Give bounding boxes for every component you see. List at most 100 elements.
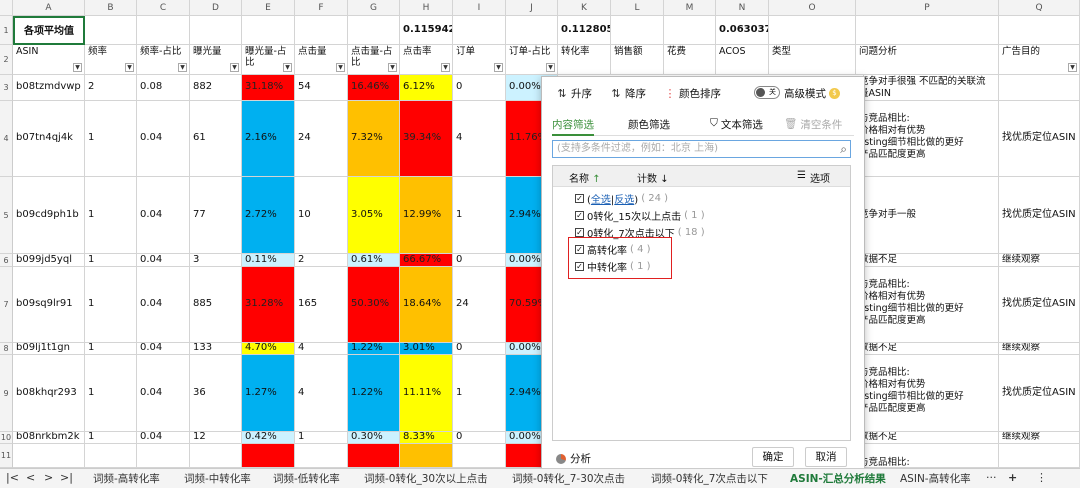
- cell-freq[interactable]: 1: [85, 267, 137, 343]
- cell-orders[interactable]: 24: [453, 267, 506, 343]
- header-sales[interactable]: 销售额: [611, 45, 664, 75]
- cell-click-ratio[interactable]: 7.32%: [348, 101, 400, 177]
- cell-orders[interactable]: 0: [453, 432, 506, 444]
- cell-impressions[interactable]: 12: [190, 432, 242, 444]
- cell-analysis[interactable]: 数据不足: [856, 254, 999, 267]
- cell-asin[interactable]: b09sq9lr91: [13, 267, 85, 343]
- cell-ad-goal[interactable]: 继续观察: [999, 343, 1080, 355]
- cell-clicks[interactable]: 2: [295, 254, 348, 267]
- cell-freq-ratio[interactable]: 0.04: [137, 343, 190, 355]
- cell-ad-goal[interactable]: [999, 75, 1080, 101]
- header-spend[interactable]: 花费: [664, 45, 716, 75]
- cell-freq[interactable]: 1: [85, 355, 137, 432]
- checkbox-checked-icon[interactable]: ✓: [575, 227, 584, 237]
- cell-freq-ratio[interactable]: 0.04: [137, 254, 190, 267]
- invert-link[interactable]: 反选: [614, 195, 634, 206]
- cell-freq-ratio[interactable]: 0.04: [137, 101, 190, 177]
- cell-freq[interactable]: 1: [85, 432, 137, 444]
- cell[interactable]: [85, 444, 137, 468]
- cell-asin[interactable]: b08tzmdvwp: [13, 75, 85, 101]
- next-sheet-icon[interactable]: >: [44, 471, 53, 484]
- advanced-mode-toggle[interactable]: 关: [754, 86, 780, 99]
- first-sheet-icon[interactable]: |<: [6, 471, 19, 484]
- header-click-ratio[interactable]: 点击量-占比 ▼: [348, 45, 400, 75]
- cell-orders[interactable]: 0: [453, 254, 506, 267]
- header-analysis[interactable]: 问题分析: [856, 45, 999, 75]
- cell-ad-goal[interactable]: 找优质定位ASIN: [999, 101, 1080, 177]
- sheet-tab[interactable]: ASIN-高转化率: [900, 471, 971, 486]
- cell-analysis[interactable]: 竞争对手很强 不匹配的关联流量ASIN: [856, 75, 999, 101]
- filter-dropdown-icon[interactable]: ▼: [388, 63, 397, 72]
- cell-freq-ratio[interactable]: 0.08: [137, 75, 190, 101]
- sort-ascending-button[interactable]: ⇅ 升序: [556, 86, 592, 101]
- filter-dropdown-icon[interactable]: ▼: [1068, 63, 1077, 72]
- cell-ad-goal[interactable]: 找优质定位ASIN: [999, 177, 1080, 254]
- cell[interactable]: [453, 16, 506, 45]
- cell-click-ratio[interactable]: 0.61%: [348, 254, 400, 267]
- cell-freq[interactable]: 1: [85, 254, 137, 267]
- cell-impr-ratio[interactable]: 2.72%: [242, 177, 295, 254]
- tab-content-filter[interactable]: 内容筛选: [552, 117, 594, 136]
- cell-avg-acos[interactable]: 0.063037: [716, 16, 769, 45]
- row-header[interactable]: 4: [0, 101, 13, 177]
- header-freq[interactable]: 频率 ▼: [85, 45, 137, 75]
- col-header-o[interactable]: O: [769, 0, 856, 16]
- col-header-l[interactable]: L: [611, 0, 664, 16]
- cell-click-ratio[interactable]: 16.46%: [348, 75, 400, 101]
- cell-click-ratio[interactable]: 1.22%: [348, 355, 400, 432]
- header-ad-goal[interactable]: 广告目的 ▼: [999, 45, 1080, 75]
- cell-impressions[interactable]: 885: [190, 267, 242, 343]
- cell-orders[interactable]: 0: [453, 343, 506, 355]
- cell[interactable]: [295, 444, 348, 468]
- filter-dropdown-icon[interactable]: ▼: [546, 63, 555, 72]
- prev-sheet-icon[interactable]: <: [26, 471, 35, 484]
- cell-clicks[interactable]: 24: [295, 101, 348, 177]
- sheet-tab[interactable]: 词频-0转化_7次点击以下: [651, 471, 768, 486]
- row-header[interactable]: 1: [0, 16, 13, 45]
- cell-asin[interactable]: b08nrkbm2k: [13, 432, 85, 444]
- row-header[interactable]: 7: [0, 267, 13, 343]
- row-header[interactable]: 11: [0, 444, 13, 468]
- cell[interactable]: [769, 16, 856, 45]
- cell[interactable]: [611, 16, 664, 45]
- cell-impr-ratio[interactable]: [242, 444, 295, 468]
- cell-analysis[interactable]: 与竞品相比: 价格相对有优势 listing细节相比做的更好 产品匹配度更高: [856, 267, 999, 343]
- cell-click-ratio[interactable]: 50.30%: [348, 267, 400, 343]
- cell-clicks[interactable]: 10: [295, 177, 348, 254]
- filter-dropdown-icon[interactable]: ▼: [283, 63, 292, 72]
- header-order-ratio[interactable]: 订单-占比 ▼: [506, 45, 558, 75]
- filter-dropdown-icon[interactable]: ▼: [178, 63, 187, 72]
- cell-clicks[interactable]: 165: [295, 267, 348, 343]
- cell-impressions[interactable]: 3: [190, 254, 242, 267]
- cell-impr-ratio[interactable]: 31.18%: [242, 75, 295, 101]
- checkbox-checked-icon[interactable]: ✓: [575, 210, 584, 220]
- corner-cell[interactable]: [0, 0, 13, 16]
- row-header[interactable]: 6: [0, 254, 13, 267]
- cell-click-ratio[interactable]: 0.30%: [348, 432, 400, 444]
- sort-descending-button[interactable]: ⇅ 降序: [610, 86, 646, 101]
- cell-impr-ratio[interactable]: 1.27%: [242, 355, 295, 432]
- cell-ad-goal[interactable]: 继续观察: [999, 254, 1080, 267]
- sheet-tab[interactable]: 词频-0转化_7-30次点击: [512, 471, 625, 486]
- col-header-c[interactable]: C: [137, 0, 190, 16]
- checkbox-checked-icon[interactable]: ✓: [575, 193, 584, 203]
- header-impr-ratio[interactable]: 曝光量-占比 ▼: [242, 45, 295, 75]
- cell-avg-cvr[interactable]: 0.112805: [558, 16, 611, 45]
- cell-average-label[interactable]: 各项平均值: [13, 16, 85, 45]
- col-header-i[interactable]: I: [453, 0, 506, 16]
- clear-conditions-button[interactable]: 🗑 清空条件: [784, 117, 842, 132]
- col-header-p[interactable]: P: [856, 0, 999, 16]
- add-sheet-icon[interactable]: +: [1008, 471, 1017, 484]
- cell-ctr[interactable]: 8.33%: [400, 432, 453, 444]
- cell-ad-goal[interactable]: 找优质定位ASIN: [999, 355, 1080, 432]
- cell-freq[interactable]: 1: [85, 101, 137, 177]
- ok-button[interactable]: 确定: [752, 447, 794, 467]
- row-header[interactable]: 9: [0, 355, 13, 432]
- cell-freq[interactable]: 1: [85, 177, 137, 254]
- cell-ctr[interactable]: 6.12%: [400, 75, 453, 101]
- sort-by-count[interactable]: 计数 ↓: [637, 170, 669, 185]
- row-header[interactable]: 10: [0, 432, 13, 444]
- filter-dropdown-icon[interactable]: ▼: [336, 63, 345, 72]
- row-header[interactable]: 2: [0, 45, 13, 75]
- cell-freq[interactable]: 1: [85, 343, 137, 355]
